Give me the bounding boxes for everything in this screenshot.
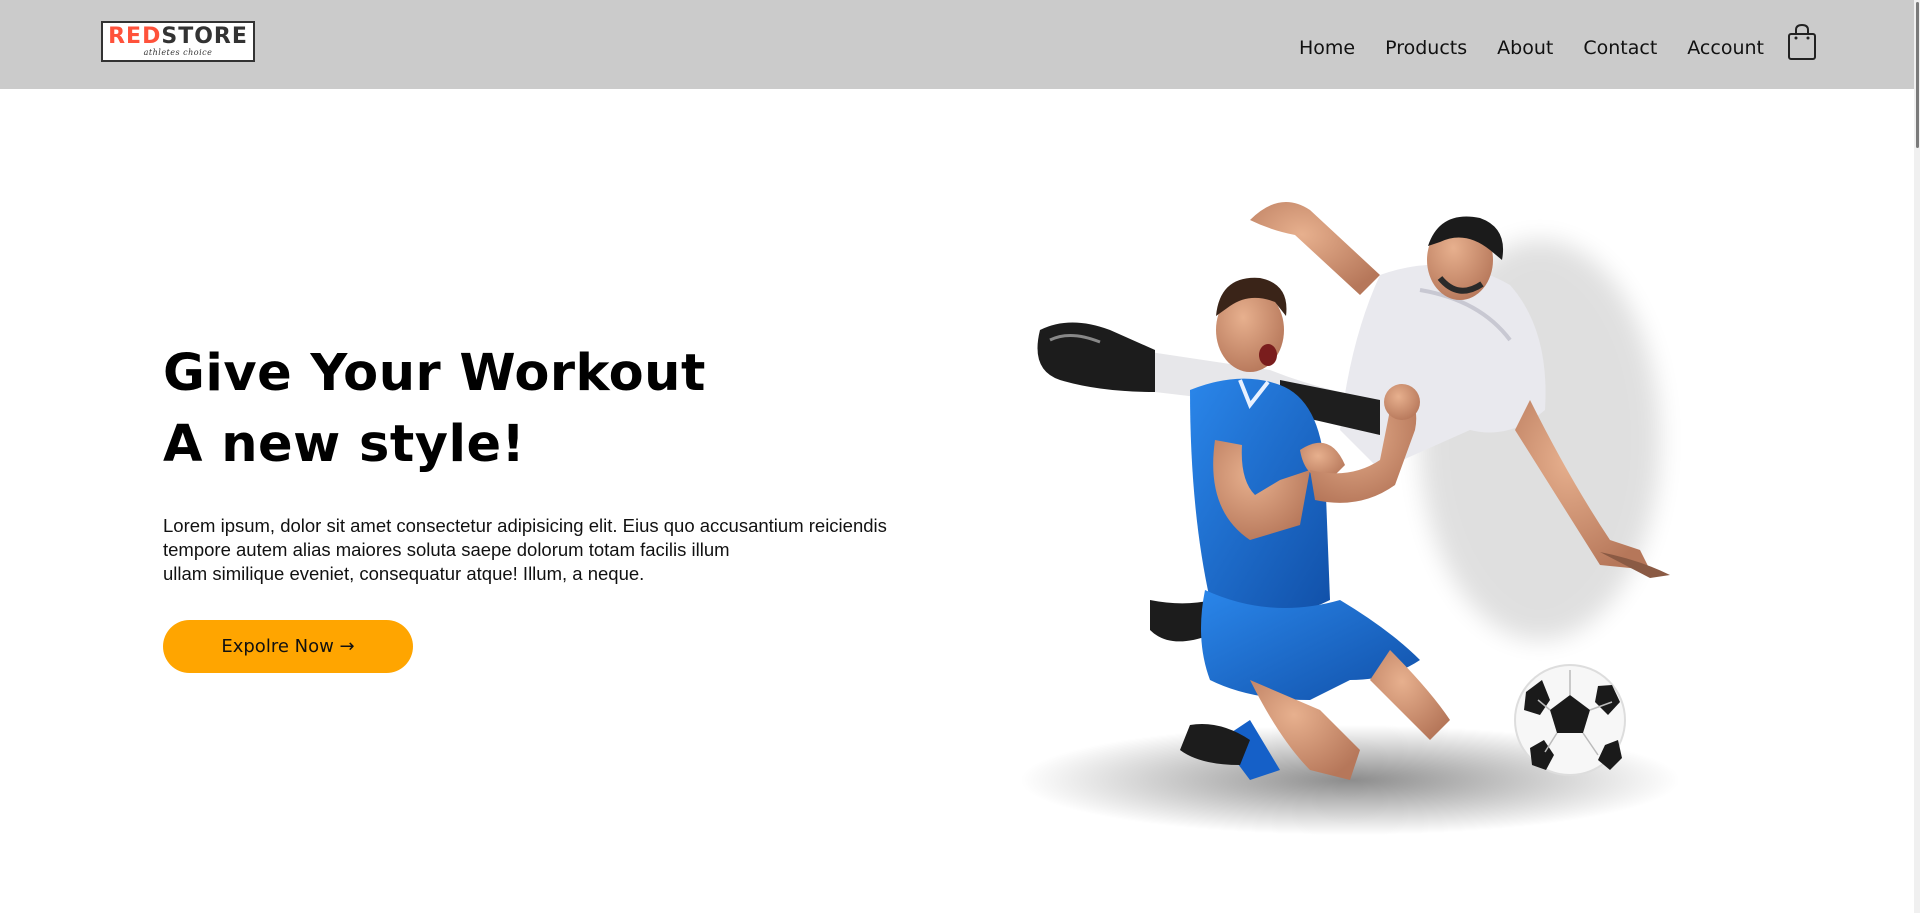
hero-title-line-1: Give Your Workout [163, 344, 706, 403]
nav-home[interactable]: Home [1299, 35, 1355, 61]
nav-products[interactable]: Products [1385, 35, 1467, 61]
page: REDSTORE athletes choice Home Products A… [0, 0, 1920, 913]
scrollbar-thumb[interactable] [1916, 2, 1919, 148]
hero-description-line-3: ullam similique eveniet, consequatur atq… [163, 563, 645, 584]
logo-tagline: athletes choice [143, 48, 213, 57]
logo-wordmark: REDSTORE [108, 26, 248, 48]
logo-red-text: RED [108, 24, 162, 49]
shopping-bag-icon[interactable] [1786, 23, 1818, 61]
hero-description-line-1: Lorem ipsum, dolor sit amet consectetur … [163, 515, 887, 536]
hero-description-line-2: tempore autem alias maiores soluta saepe… [163, 539, 730, 560]
hero-description: Lorem ipsum, dolor sit amet consectetur … [163, 514, 923, 586]
hero-football-players-image [950, 180, 1770, 850]
nav-about[interactable]: About [1497, 35, 1553, 61]
nav-account[interactable]: Account [1687, 35, 1764, 61]
hero-title: Give Your Workout A new style! [163, 338, 883, 480]
page-scrollbar[interactable] [1914, 0, 1920, 913]
hero-title-line-2: A new style! [163, 415, 526, 474]
nav-contact[interactable]: Contact [1583, 35, 1657, 61]
logo-dark-text: STORE [161, 24, 248, 49]
logo[interactable]: REDSTORE athletes choice [101, 21, 255, 62]
navbar: REDSTORE athletes choice Home Products A… [0, 0, 1920, 89]
nav-menu: Home Products About Contact Account [1299, 35, 1764, 61]
explore-now-button[interactable]: Expolre Now → [163, 620, 413, 673]
